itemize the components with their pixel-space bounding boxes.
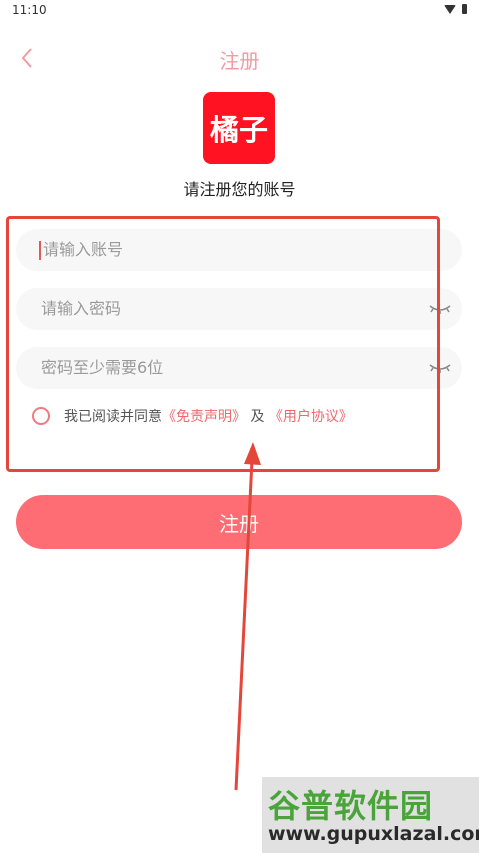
status-icons	[444, 4, 467, 14]
annotation-arrow-icon	[234, 442, 261, 791]
page-subtitle: 请注册您的账号	[183, 180, 296, 199]
status-time: 11:10	[12, 3, 47, 17]
highlight-box	[6, 216, 440, 472]
page-title: 注册	[219, 49, 260, 73]
watermark-url: www.gupuxlazal.com	[268, 823, 479, 845]
watermark-logo: 谷普软件园	[268, 787, 434, 825]
wifi-icon	[444, 4, 456, 14]
app-logo: 橘子	[203, 92, 275, 164]
battery-icon	[462, 4, 467, 14]
watermark: 谷普软件园 www.gupuxlazal.com	[262, 777, 479, 853]
